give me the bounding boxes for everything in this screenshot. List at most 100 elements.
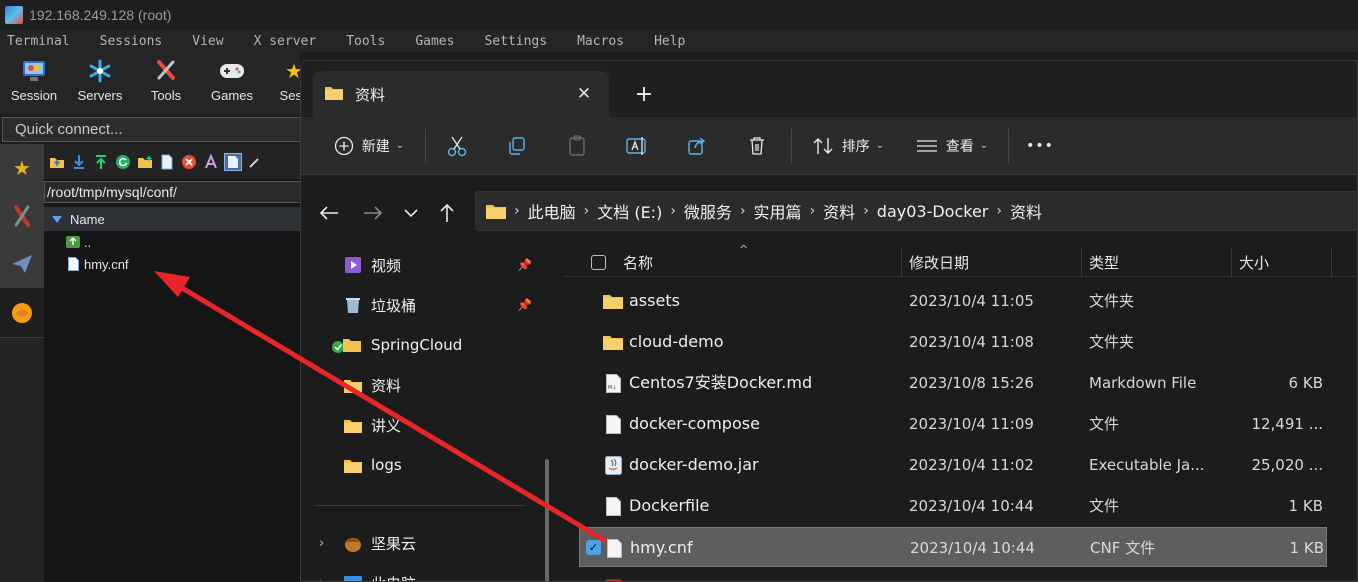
sidetab-sftp[interactable]	[0, 288, 44, 338]
session-button[interactable]: Session	[4, 56, 64, 112]
file-row-parent[interactable]: ..	[44, 231, 304, 253]
menu-games[interactable]: Games	[415, 34, 454, 49]
file-type: 文件	[1089, 497, 1120, 515]
column-divider[interactable]	[1081, 247, 1082, 277]
new-folder-icon[interactable]	[136, 153, 154, 171]
nav-item-nutstore[interactable]: › 坚果云	[301, 525, 559, 561]
breadcrumb-materials[interactable]: 资料	[823, 199, 855, 223]
column-date-label: 修改日期	[909, 253, 970, 272]
forward-button[interactable]	[359, 199, 387, 227]
open-file-icon[interactable]	[224, 152, 242, 171]
file-row-docker-demo-jar[interactable]: docker-demo.jar 2023/10/4 11:02 Executab…	[579, 445, 1327, 485]
breadcrumb-documents-e[interactable]: 文档 (E:)	[597, 199, 662, 223]
view-button[interactable]: 查看 ⌄	[912, 127, 992, 165]
column-divider[interactable]	[1331, 247, 1332, 277]
column-name[interactable]: 名称	[623, 247, 653, 277]
remote-path-field[interactable]	[44, 181, 304, 203]
menu-tools[interactable]: Tools	[346, 34, 385, 49]
copy-button[interactable]	[487, 127, 547, 165]
more-options-button[interactable]: •••	[1025, 127, 1055, 165]
upload-icon[interactable]	[92, 153, 110, 171]
column-type[interactable]: 类型	[1089, 247, 1119, 277]
tools-button[interactable]: Tools	[136, 56, 196, 112]
servers-button[interactable]: Servers	[70, 56, 130, 112]
menu-settings[interactable]: Settings	[484, 34, 547, 49]
menu-sessions[interactable]: Sessions	[100, 34, 163, 49]
menu-view[interactable]: View	[192, 34, 223, 49]
sort-button[interactable]: 排序 ⌄	[808, 127, 888, 165]
nav-item-lecture-notes[interactable]: 讲义	[301, 407, 559, 443]
tools-icon	[14, 204, 30, 227]
games-button[interactable]: Games	[202, 56, 262, 112]
nav-item-springcloud[interactable]: SpringCloud	[301, 327, 559, 363]
refresh-icon[interactable]	[114, 153, 132, 171]
quick-connect-field[interactable]	[2, 117, 302, 142]
quick-connect-input[interactable]	[3, 118, 301, 141]
menu-macros[interactable]: Macros	[577, 34, 624, 49]
column-divider[interactable]	[901, 247, 902, 277]
breadcrumb-microservices[interactable]: 微服务	[684, 199, 732, 223]
file-list-header: 名称 ^ 修改日期 类型 大小	[563, 243, 1357, 277]
parent-folder-icon[interactable]	[48, 153, 66, 171]
download-icon[interactable]	[70, 153, 88, 171]
file-name: Dockerfile	[629, 496, 710, 515]
back-button[interactable]	[315, 199, 343, 227]
nav-item-recycle-bin[interactable]: 垃圾桶 📌	[301, 287, 559, 323]
rename-button[interactable]	[607, 127, 667, 165]
column-date-modified[interactable]: 修改日期	[909, 247, 969, 277]
cut-button[interactable]	[427, 127, 487, 165]
file-row-partial[interactable]	[579, 568, 1327, 581]
nav-item-this-pc[interactable]: › 此电脑	[301, 565, 559, 581]
file-row-assets[interactable]: assets 2023/10/4 11:05 文件夹	[579, 281, 1327, 321]
file-row-dockerfile[interactable]: Dockerfile 2023/10/4 10:44 文件 1 KB	[579, 486, 1327, 526]
breadcrumb-this-pc[interactable]: 此电脑	[528, 199, 576, 223]
nav-item-materials[interactable]: 资料	[301, 367, 559, 403]
moba-titlebar: 192.168.249.128 (root)	[0, 0, 1358, 30]
edit-icon[interactable]	[246, 153, 264, 171]
pin-icon: 📌	[517, 258, 532, 272]
file-row-docker-compose[interactable]: docker-compose 2023/10/4 11:09 文件 12,491…	[579, 404, 1327, 444]
breadcrumb-day03-docker[interactable]: day03-Docker	[877, 202, 989, 221]
rename-icon[interactable]	[202, 153, 220, 171]
sidetab-tools[interactable]	[0, 192, 44, 240]
new-tab-button[interactable]: +	[631, 81, 657, 107]
file-row-hmy-cnf[interactable]: hmy.cnf	[44, 253, 304, 275]
share-button[interactable]	[667, 127, 727, 165]
delete-button[interactable]	[727, 127, 787, 165]
select-all-checkbox[interactable]	[591, 247, 606, 277]
sidetab-macros[interactable]	[0, 240, 44, 288]
column-divider[interactable]	[1231, 247, 1232, 277]
address-breadcrumb[interactable]: › 此电脑 › 文档 (E:) › 微服务 › 实用篇 › 资料 › day03…	[475, 191, 1357, 231]
folder-icon	[603, 291, 623, 311]
nav-item-logs[interactable]: logs	[301, 447, 559, 483]
explorer-tab[interactable]: 资料 ✕	[313, 71, 609, 117]
nav-item-videos[interactable]: 视频 📌	[301, 247, 559, 283]
close-tab-icon[interactable]: ✕	[573, 83, 595, 105]
sidetab-sessions[interactable]: ★	[0, 144, 44, 192]
menu-terminal[interactable]: Terminal	[7, 34, 70, 49]
breadcrumb-current-materials[interactable]: 资料	[1010, 199, 1042, 223]
new-file-icon[interactable]	[158, 153, 176, 171]
file-date: 2023/10/4 11:09	[909, 415, 1034, 433]
file-row-hmy-cnf[interactable]: ✓ hmy.cnf 2023/10/4 10:44 CNF 文件 1 KB	[579, 527, 1327, 567]
menu-help[interactable]: Help	[654, 34, 685, 49]
sort-icon	[813, 137, 833, 154]
remote-path-input[interactable]	[45, 182, 303, 202]
new-button[interactable]: 新建 ⌄	[327, 127, 411, 165]
file-date: 2023/10/4 11:02	[909, 456, 1034, 474]
paste-button[interactable]	[547, 127, 607, 165]
checkbox[interactable]	[591, 254, 606, 270]
recent-locations-button[interactable]	[397, 199, 425, 227]
file-row-cloud-demo[interactable]: cloud-demo 2023/10/4 11:08 文件夹	[579, 322, 1327, 362]
file-row-centos7-md[interactable]: M↓ Centos7安装Docker.md 2023/10/8 15:26 Ma…	[579, 363, 1327, 403]
file-list-header[interactable]: Name	[44, 207, 304, 231]
nav-scrollbar[interactable]	[545, 459, 549, 581]
delete-icon[interactable]	[180, 153, 198, 171]
up-button[interactable]	[433, 199, 461, 227]
name-column-header: Name	[70, 211, 105, 227]
row-checkbox[interactable]: ✓	[586, 540, 601, 555]
menu-x-server[interactable]: X server	[254, 34, 317, 49]
breadcrumb-practical[interactable]: 实用篇	[754, 199, 802, 223]
games-label: Games	[211, 88, 253, 103]
column-size[interactable]: 大小	[1239, 247, 1269, 277]
